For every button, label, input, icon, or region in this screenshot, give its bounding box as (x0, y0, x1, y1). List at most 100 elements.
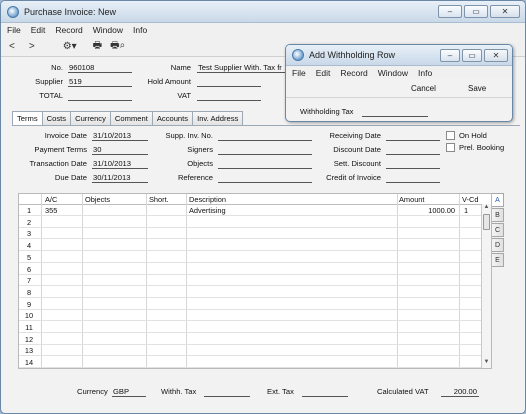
menu-record[interactable]: Record (55, 25, 82, 35)
grid-side-tabs: A B C D E (492, 193, 504, 268)
maximize-button[interactable]: ▭ (464, 5, 488, 18)
grid-scrollbar[interactable]: ▲ ▼ (481, 204, 491, 368)
due-date-field[interactable]: 30/11/2013 (92, 173, 148, 183)
objects-field[interactable] (218, 159, 312, 169)
tab-comment[interactable]: Comment (109, 111, 153, 125)
table-row[interactable]: 7 (19, 275, 491, 287)
side-tab-c[interactable]: C (492, 223, 504, 237)
next-record-icon[interactable]: > (29, 41, 35, 52)
reference-label: Reference (177, 173, 213, 182)
table-row[interactable]: 6 (19, 264, 491, 275)
menu-info[interactable]: Info (133, 25, 147, 35)
row1-amount[interactable]: 1000.00 (397, 205, 455, 216)
on-hold-checkbox[interactable] (446, 131, 455, 140)
table-row[interactable]: 12 (19, 334, 491, 345)
ext-tax-field[interactable] (302, 387, 348, 397)
receiving-date-field[interactable] (386, 131, 440, 141)
total-field (68, 91, 132, 101)
objects-label: Objects (187, 159, 213, 168)
sett-discount-field[interactable] (386, 159, 440, 169)
table-row[interactable]: 14 (19, 357, 491, 369)
withholding-tax-label: Withholding Tax (300, 107, 354, 116)
table-row[interactable]: 11 (19, 322, 491, 333)
supp-inv-no-field[interactable] (218, 131, 312, 141)
tab-costs[interactable]: Costs (41, 111, 72, 125)
table-row[interactable]: 2 (19, 217, 491, 228)
currency-label: Currency (77, 387, 108, 396)
name-field[interactable]: Test Supplier With. Tax fr (197, 63, 287, 73)
table-row[interactable]: 4 (19, 240, 491, 252)
row-number: 11 (25, 323, 33, 332)
main-titlebar[interactable]: Purchase Invoice: New – ▭ ✕ (1, 1, 525, 23)
gear-icon[interactable]: ⚙▾ (63, 41, 77, 52)
scroll-down-icon[interactable]: ▼ (482, 359, 491, 368)
main-menubar: File Edit Record Window Info (1, 23, 525, 37)
calculated-vat-field: 200.00 (441, 387, 479, 397)
invoice-date-field[interactable]: 31/10/2013 (92, 131, 148, 141)
row-number: 8 (26, 287, 32, 297)
dialog-menu-info[interactable]: Info (418, 68, 432, 78)
col-ac-header: A/C (45, 195, 58, 204)
save-button[interactable]: Save (468, 84, 486, 93)
col-objects-header: Objects (85, 195, 111, 204)
dialog-title: Add Withholding Row (309, 50, 396, 60)
side-tab-b[interactable]: B (492, 208, 504, 222)
dialog-close-button[interactable]: ✕ (484, 48, 508, 62)
discount-date-field[interactable] (386, 145, 440, 155)
no-label: No. (51, 63, 63, 72)
cancel-button[interactable]: Cancel (411, 84, 436, 93)
tab-terms[interactable]: Terms (12, 111, 43, 126)
row1-description[interactable]: Advertising (189, 205, 226, 216)
menu-window[interactable]: Window (93, 25, 123, 35)
dialog-menu-window[interactable]: Window (378, 68, 408, 78)
close-button[interactable]: ✕ (490, 5, 520, 18)
row-number: 2 (26, 217, 32, 227)
table-row[interactable]: 5 (19, 252, 491, 263)
reference-field[interactable] (218, 173, 312, 183)
tab-inv-address[interactable]: Inv. Address (192, 111, 244, 125)
table-row[interactable]: 9 (19, 299, 491, 310)
table-row[interactable]: 10 (19, 310, 491, 322)
tab-currency[interactable]: Currency (70, 111, 111, 125)
dialog-maximize-button[interactable]: ▭ (462, 48, 482, 62)
side-tab-e[interactable]: E (492, 253, 504, 267)
payment-terms-field[interactable]: 30 (92, 145, 148, 155)
withholding-tax-field[interactable] (362, 107, 428, 117)
scroll-thumb[interactable] (483, 214, 490, 230)
scroll-up-icon[interactable]: ▲ (482, 204, 491, 213)
no-field[interactable]: 960108 (68, 63, 132, 73)
tab-accounts[interactable]: Accounts (151, 111, 194, 125)
menu-file[interactable]: File (7, 25, 21, 35)
menu-edit[interactable]: Edit (31, 25, 46, 35)
dialog-titlebar[interactable]: Add Withholding Row – ▭ ✕ (286, 45, 512, 66)
dialog-menu-file[interactable]: File (292, 68, 306, 78)
row1-vcd[interactable]: 1 (464, 205, 468, 216)
row-number: 6 (26, 264, 32, 274)
dialog-menu-record[interactable]: Record (340, 68, 367, 78)
currency-field[interactable]: GBP (112, 387, 146, 397)
side-tab-d[interactable]: D (492, 238, 504, 252)
table-row[interactable]: 13 (19, 345, 491, 357)
hold-amount-field[interactable] (197, 77, 261, 87)
withh-tax-field[interactable] (204, 387, 250, 397)
row1-ac[interactable]: 355 (45, 205, 57, 216)
dialog-minimize-button[interactable]: – (440, 48, 460, 62)
dialog-menu-edit[interactable]: Edit (316, 68, 331, 78)
previous-record-icon[interactable]: < (9, 41, 15, 52)
table-row[interactable]: 8 (19, 287, 491, 298)
on-hold-label: On Hold (459, 131, 487, 140)
withh-tax-label: Withh. Tax (161, 387, 197, 396)
print-preview-icon[interactable]: 🖶⌕ (110, 38, 125, 55)
table-row[interactable]: 3 (19, 228, 491, 240)
supplier-field[interactable]: 519 (68, 77, 132, 87)
print-icon[interactable]: 🖶 (93, 38, 102, 55)
minimize-button[interactable]: – (438, 5, 462, 18)
prel-booking-checkbox[interactable] (446, 143, 455, 152)
transaction-date-field[interactable]: 31/10/2013 (92, 159, 148, 169)
dialog-toolbar: Cancel Save (286, 80, 512, 98)
credit-of-invoice-field[interactable] (386, 173, 440, 183)
side-tab-a[interactable]: A (492, 193, 504, 207)
row-number: 9 (26, 299, 32, 309)
signers-field[interactable] (218, 145, 312, 155)
row-number: 5 (26, 252, 32, 262)
